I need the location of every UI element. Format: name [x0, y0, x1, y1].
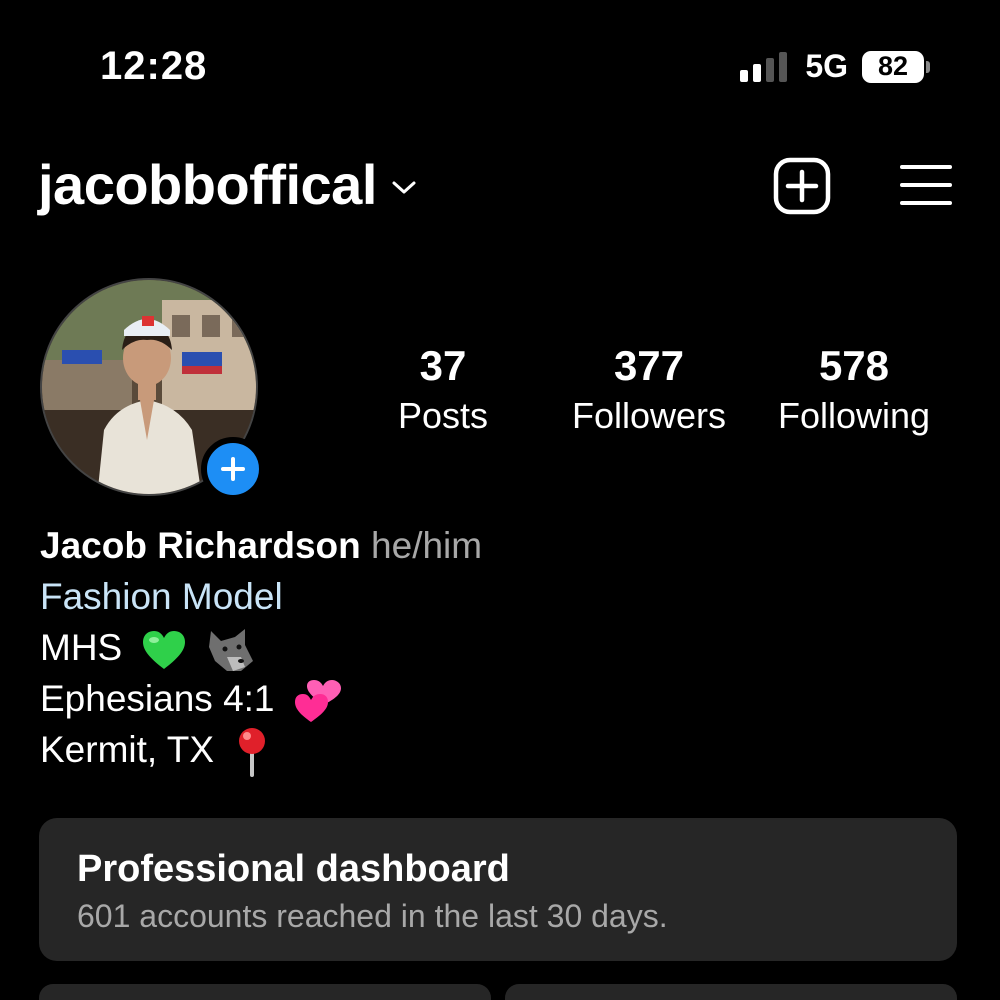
plus-icon	[221, 457, 245, 481]
status-indicators: 5G 82	[740, 48, 930, 85]
stat-label: Posts	[397, 395, 489, 436]
two-hearts-icon	[294, 680, 341, 723]
stat-following[interactable]: 578 Following	[754, 340, 954, 440]
dashboard-title: Professional dashboard	[77, 848, 510, 890]
pushpin-icon	[239, 728, 266, 778]
bio-text: Ephesians 4:1	[40, 678, 275, 720]
signal-icon	[740, 51, 788, 82]
status-time: 12:28	[100, 44, 208, 88]
bio-name-line: Jacob Richardson he/him	[40, 520, 482, 571]
professional-dashboard-card[interactable]: Professional dashboard 601 accounts reac…	[39, 818, 957, 961]
wolf-icon	[208, 629, 253, 672]
green-heart-icon	[142, 631, 185, 670]
bio-text: MHS	[40, 627, 123, 668]
stat-label: Followers	[571, 395, 727, 436]
bio-text: Kermit, TX	[40, 729, 215, 771]
full-name: Jacob Richardson	[40, 525, 361, 566]
network-type: 5G	[805, 48, 848, 84]
edit-profile-button[interactable]	[39, 984, 491, 1000]
menu-icon[interactable]	[898, 162, 954, 208]
new-post-icon[interactable]	[773, 157, 831, 215]
stat-value: 37	[419, 342, 467, 389]
battery-level: 82	[862, 50, 924, 83]
stat-value: 377	[613, 342, 685, 389]
pronouns: he/him	[371, 525, 483, 566]
profile-bio: Jacob Richardson he/him Fashion Model MH…	[40, 520, 482, 778]
stat-followers[interactable]: 377 Followers	[549, 340, 749, 440]
stat-value: 578	[818, 342, 890, 389]
stat-posts[interactable]: 37 Posts	[343, 340, 543, 440]
chevron-down-icon	[392, 181, 416, 193]
dashboard-subtitle: 601 accounts reached in the last 30 days…	[77, 898, 668, 934]
bio-line-verse: Ephesians 4:1	[40, 673, 482, 724]
share-profile-button[interactable]	[505, 984, 957, 1000]
stat-label: Following	[777, 395, 931, 436]
bio-line-school: MHS	[40, 622, 482, 673]
bio-line-location: Kermit, TX	[40, 724, 482, 778]
category-label: Fashion Model	[40, 576, 283, 617]
add-story-button[interactable]	[201, 437, 265, 501]
battery-icon: 82	[862, 50, 930, 83]
account-switcher[interactable]: jacobboffical	[38, 152, 417, 217]
username: jacobboffical	[38, 153, 377, 216]
